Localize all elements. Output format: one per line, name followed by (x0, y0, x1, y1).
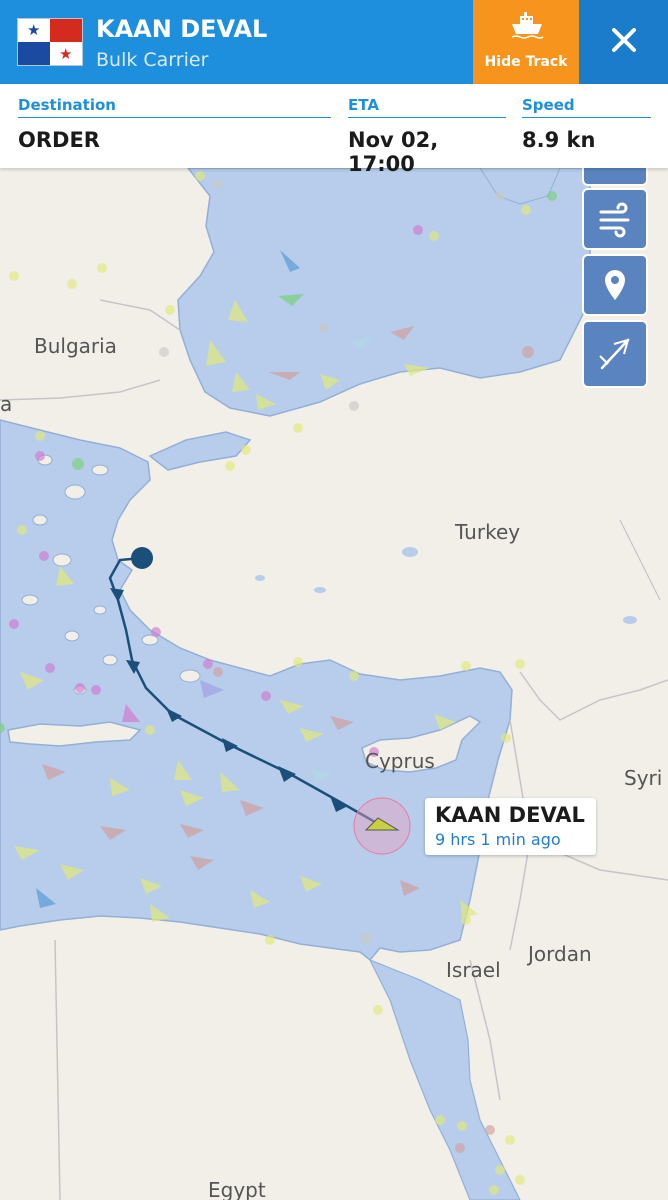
hide-track-button[interactable]: Hide Track (473, 0, 579, 84)
location-pin-icon (605, 270, 625, 300)
location-button[interactable] (582, 254, 648, 316)
close-button[interactable] (579, 0, 668, 84)
label-cyprus: Cyprus (365, 749, 435, 773)
vessel-tooltip[interactable]: KAAN DEVAL 9 hrs 1 min ago (425, 798, 596, 855)
wind-icon (599, 202, 630, 238)
speed-field: Speed 8.9 kn (522, 96, 651, 152)
label-jordan: Jordan (528, 942, 592, 966)
track-start-marker (131, 547, 153, 569)
destination-value: ORDER (18, 128, 100, 152)
measure-icon (599, 338, 630, 370)
voyage-info-bar: Destination ORDER ETA Nov 02, 17:00 Spee… (0, 84, 668, 176)
vessel-tooltip-time: 9 hrs 1 min ago (435, 830, 561, 849)
label-syria: Syri (624, 766, 663, 790)
eta-label: ETA (348, 96, 506, 118)
speed-label: Speed (522, 96, 651, 118)
label-bulgaria: Bulgaria (34, 334, 117, 358)
vessel-type: Bulk Carrier (96, 49, 209, 71)
speed-value: 8.9 kn (522, 128, 596, 152)
eta-value: Nov 02, 17:00 (348, 128, 439, 176)
close-icon (612, 28, 636, 52)
vessel-header: ★ ★ KAAN DEVAL Bulk Carrier Hide Track (0, 0, 668, 84)
map-view[interactable]: Bulgaria a Turkey Cyprus Syri Jordan Isr… (0, 164, 668, 1200)
label-turkey: Turkey (455, 520, 521, 544)
destination-label: Destination (18, 96, 331, 118)
label-israel: Israel (446, 958, 501, 982)
measure-button[interactable] (582, 320, 648, 388)
hide-track-label: Hide Track (484, 54, 568, 70)
panama-flag-icon: ★ ★ (17, 18, 83, 66)
map-canvas[interactable] (0, 168, 668, 1200)
label-partial: a (0, 392, 13, 416)
eta-field: ETA Nov 02, 17:00 (348, 96, 506, 176)
ship-icon (511, 12, 544, 39)
weather-button[interactable] (582, 188, 648, 250)
label-egypt: Egypt (208, 1178, 266, 1200)
destination-field: Destination ORDER (18, 96, 331, 152)
vessel-tooltip-name: KAAN DEVAL (435, 803, 585, 827)
vessel-name: KAAN DEVAL (96, 15, 268, 43)
